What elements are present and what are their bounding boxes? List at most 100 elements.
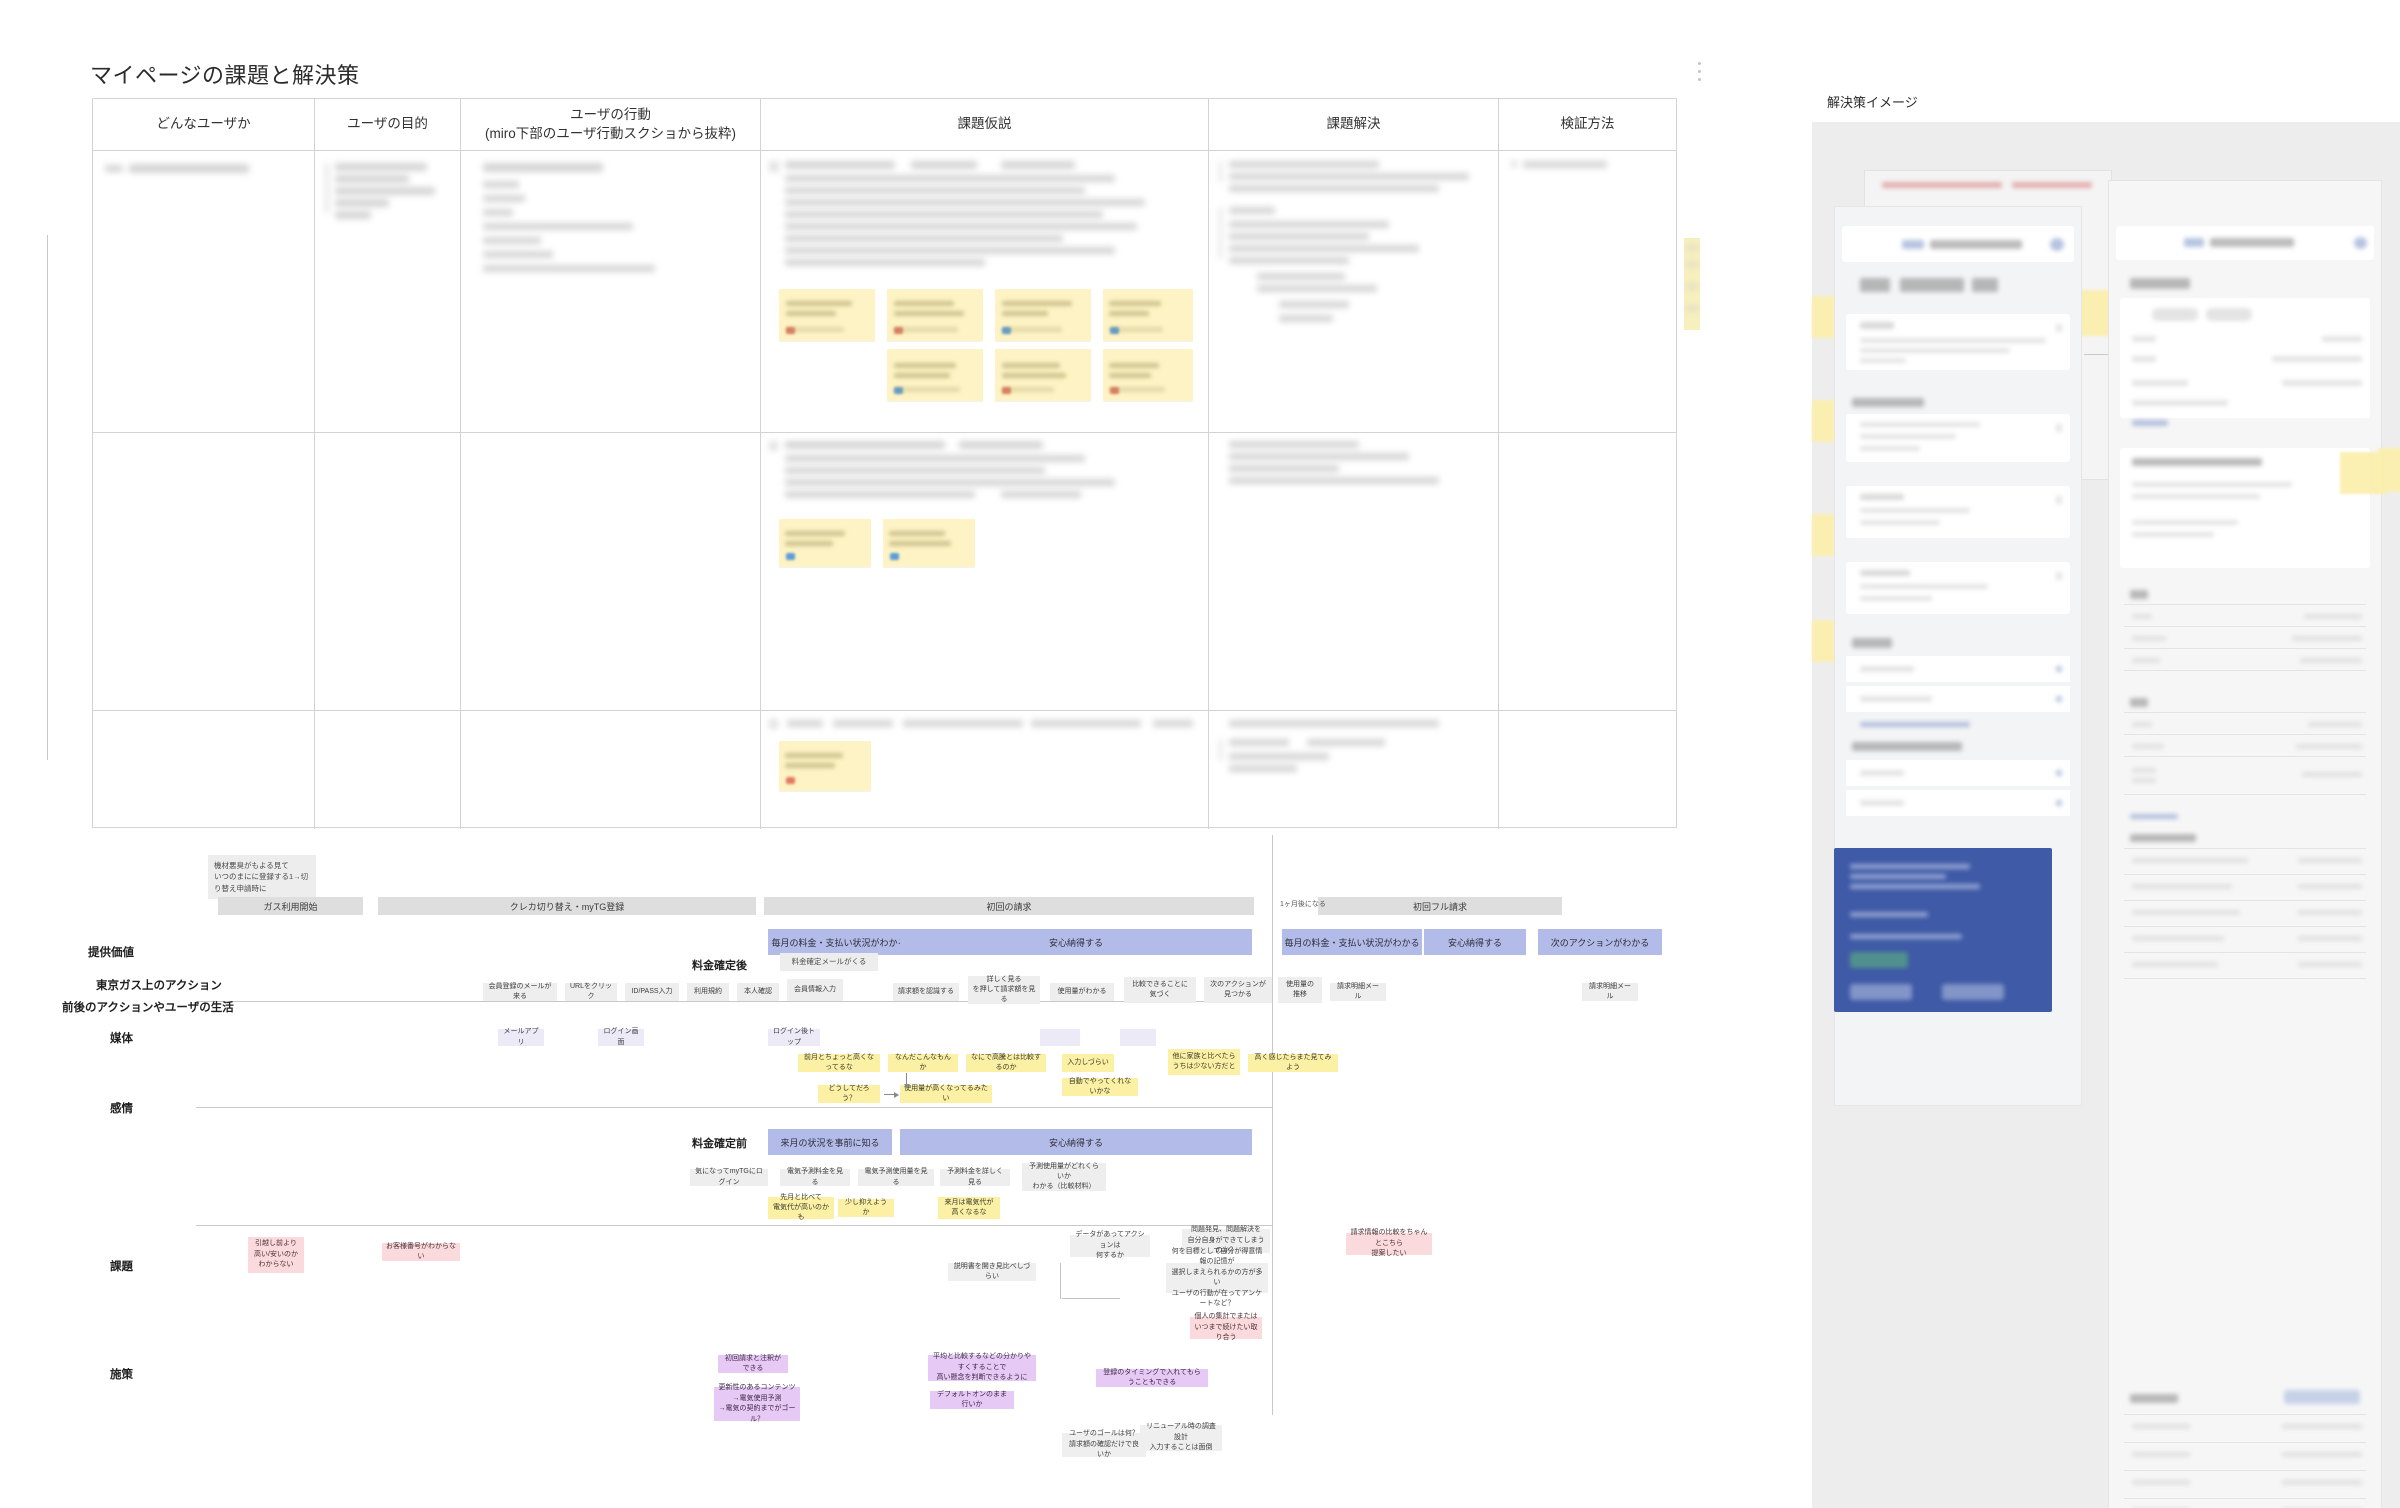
sticky-note[interactable]	[779, 741, 871, 791]
journey-measure-note[interactable]: 登録のタイミングで入れてもらうこともできる	[1096, 1369, 1208, 1387]
journey-action-chip-far-right[interactable]: 請求明細メール	[1582, 983, 1638, 1001]
sticky-note[interactable]	[1103, 289, 1193, 341]
journey-action-before-chip[interactable]: 予測使用量がどれくらいか わかる（比較材料）	[1022, 1163, 1106, 1191]
journey-issue-note[interactable]: お客様番号がわからない	[382, 1243, 460, 1261]
journey-issue-note[interactable]: データがあってアクションは 何するか	[1070, 1231, 1150, 1259]
journey-issue-note[interactable]: 引越し前より 高い/安いのか わからない	[248, 1237, 304, 1273]
journey-measure-note[interactable]: 更新性のあるコンテンツ →電気使用予測 →電気の契約までがゴール？	[714, 1384, 800, 1423]
mock-divider	[2124, 604, 2366, 605]
journey-action-chip[interactable]: 会員登録のメールが来る	[483, 983, 557, 1001]
chevron-right-icon[interactable]	[2056, 424, 2062, 432]
journey-measure-note[interactable]: デフォルトオンのまま行いか	[930, 1391, 1014, 1409]
journey-emotion-before-note[interactable]: 来月は電気代が 高くなるな	[938, 1197, 1000, 1219]
board-edge-blur	[1686, 245, 1698, 250]
journey-value-bar-before-2[interactable]: 安心納得する	[900, 1129, 1252, 1155]
journey-action-chip[interactable]: ID/PASS入力	[625, 983, 679, 1001]
journey-value-bar-3[interactable]: 毎月の料金・支払い状況がわかる	[1282, 929, 1422, 955]
chevron-right-icon[interactable]	[2056, 324, 2062, 332]
journey-issue-note[interactable]: 説明書を開き見比べしづらい	[948, 1263, 1036, 1281]
journey-issue-note[interactable]: 請求情報の比較をちゃんとこちら 提案したい	[1346, 1229, 1432, 1257]
chevron-right-icon[interactable]	[2056, 696, 2062, 702]
mock-action-button[interactable]	[2284, 1390, 2360, 1404]
journey-media-chip[interactable]: ログイン画面	[598, 1028, 644, 1046]
journey-issue-note[interactable]: 何を目標として自分が得意情報の記憶が 選択しまえられるかの方が多い ユーザの行動…	[1166, 1248, 1268, 1307]
journey-emotion-note[interactable]: 高く感じたらまた見てみよう	[1248, 1054, 1338, 1072]
chevron-right-icon[interactable]	[2056, 666, 2062, 672]
table-row	[93, 433, 314, 711]
journey-media-chip[interactable]	[1120, 1029, 1156, 1046]
journey-measure-note[interactable]: 平均と比較するなどの分かりやすくすることで 高い懸念を判断できるように	[928, 1353, 1036, 1381]
sticky-note[interactable]	[887, 349, 983, 401]
journey-action-before-chip[interactable]: 電気予測料金を見る	[780, 1168, 850, 1186]
chevron-right-icon[interactable]	[2056, 572, 2062, 580]
mock-promo-button[interactable]	[1850, 984, 1912, 1000]
journey-value-bar-4[interactable]: 安心納得する	[1424, 929, 1526, 955]
journey-phase-4-label: 初回フル請求	[1412, 901, 1467, 912]
journey-action-chip[interactable]: 比較できることに 気づく	[1124, 977, 1196, 1003]
journey-action-before-chip[interactable]: 気になってmyTGにログイン	[690, 1168, 768, 1186]
journey-action-chip[interactable]: 詳しく見る を押して請求額を見る	[968, 976, 1040, 1004]
journey-phase-1[interactable]: ガス利用開始	[218, 897, 363, 915]
mock-section-title	[2130, 834, 2196, 842]
mock-promo-button[interactable]	[1942, 984, 2004, 1000]
journey-emotion-note[interactable]: 前月とちょっと高くなってるな	[798, 1054, 880, 1072]
journey-measure-note[interactable]: 初回請求と注釈ができる	[718, 1355, 788, 1373]
sticky-note[interactable]	[1103, 349, 1193, 401]
mock-link[interactable]	[2130, 814, 2178, 819]
journey-phase-4[interactable]: 初回フル請求	[1318, 897, 1562, 915]
solution-sticky-note[interactable]	[2378, 448, 2400, 492]
chevron-right-icon[interactable]	[2056, 800, 2062, 806]
mock-tab[interactable]	[2206, 308, 2252, 321]
sticky-note[interactable]	[995, 289, 1091, 341]
journey-emotion-note[interactable]: 他に家族と比べたら うちは少ない方だと	[1168, 1049, 1240, 1075]
journey-emotion-note[interactable]: どうしてだろう？	[818, 1085, 880, 1103]
mock-tab[interactable]	[2152, 308, 2198, 321]
journey-media-chip-label: ログイン後トップ	[773, 1028, 815, 1046]
journey-emotion-note[interactable]: なんだこんなもんか	[888, 1054, 958, 1072]
journey-media-chip[interactable]: メールアプリ	[498, 1028, 544, 1046]
journey-action-chip-right[interactable]: 請求明細メール	[1330, 983, 1386, 1001]
sticky-note[interactable]	[779, 289, 875, 341]
journey-phase-2[interactable]: クレカ切り替え・myTG登録	[378, 897, 756, 915]
journey-emotion-note[interactable]: 入力しづらい	[1062, 1054, 1114, 1072]
journey-confirm-note[interactable]: ユーザのゴールは何？ 請求額の確認だけで良いか	[1062, 1430, 1146, 1458]
sticky-note[interactable]	[779, 519, 871, 567]
journey-issue-note[interactable]: 個人の集計でまたは いつまで続けたい取り合う	[1190, 1313, 1262, 1341]
journey-emotion-before-note[interactable]: 先月と比べて 電気代が高いのかも	[768, 1194, 834, 1221]
sticky-note[interactable]	[887, 289, 983, 341]
journey-action-chip[interactable]: 請求額を認識する	[893, 983, 959, 1001]
journey-emotion-note[interactable]: なにで高騰とは比較するのか	[966, 1054, 1046, 1072]
journey-media-chip[interactable]	[1040, 1029, 1080, 1046]
journey-confirm-note[interactable]: リニューアル時の調査設計 入力することは面倒	[1140, 1423, 1222, 1451]
journey-value-bar-before-1[interactable]: 来月の状況を事前に知る	[768, 1129, 892, 1155]
journey-action-chip[interactable]: 利用規約	[687, 983, 729, 1001]
chevron-right-icon[interactable]	[2056, 770, 2062, 776]
journey-action-chip[interactable]: 使用量がわかる	[1050, 983, 1114, 1001]
journey-media-chip[interactable]: ログイン後トップ	[768, 1028, 820, 1046]
journey-action-chip[interactable]: 会員情報入力	[787, 979, 843, 1001]
journey-action-chip[interactable]: 本人確認	[737, 983, 779, 1001]
journey-action-before-chip[interactable]: 予測料金を詳しく見る	[940, 1168, 1010, 1186]
journey-emotion-before-note[interactable]: 少し抑えようか	[838, 1199, 894, 1217]
mock-link[interactable]	[2132, 420, 2168, 426]
mock-promo-button[interactable]	[1850, 952, 1908, 968]
mock-row-value	[2282, 1480, 2362, 1485]
journey-row-label-measure: 施策	[110, 1369, 133, 1381]
mock-link[interactable]	[1860, 722, 1970, 727]
journey-row-label-around-action: 前後のアクションやユーザの生活	[62, 1002, 234, 1014]
journey-action-chip-right[interactable]: 使用量の 推移	[1278, 977, 1322, 1003]
journey-value-bar-1-label: 毎月の料金・支払い状況がわかる	[771, 937, 907, 948]
journey-value-bar-1[interactable]: 毎月の料金・支払い状況がわかる	[768, 929, 910, 955]
journey-action-before-chip[interactable]: 電気予測使用量を見る	[858, 1168, 934, 1186]
journey-emotion-note[interactable]: 使用量が高くなってるみたい	[900, 1085, 992, 1103]
mock-logo	[2184, 238, 2204, 247]
sticky-note[interactable]	[995, 349, 1091, 401]
journey-emotion-note[interactable]: 自動でやってくれないかな	[1062, 1078, 1138, 1096]
journey-value-bar-5[interactable]: 次のアクションがわかる	[1538, 929, 1662, 955]
journey-phase-3[interactable]: 初回の請求	[764, 897, 1254, 915]
journey-action-chip[interactable]: URLをクリック	[565, 983, 617, 1001]
sticky-note[interactable]	[883, 519, 975, 567]
journey-value-bar-2[interactable]: 安心納得する	[900, 929, 1252, 955]
journey-action-chip[interactable]: 次のアクションが 見つかる	[1204, 977, 1272, 1003]
chevron-right-icon[interactable]	[2056, 496, 2062, 504]
